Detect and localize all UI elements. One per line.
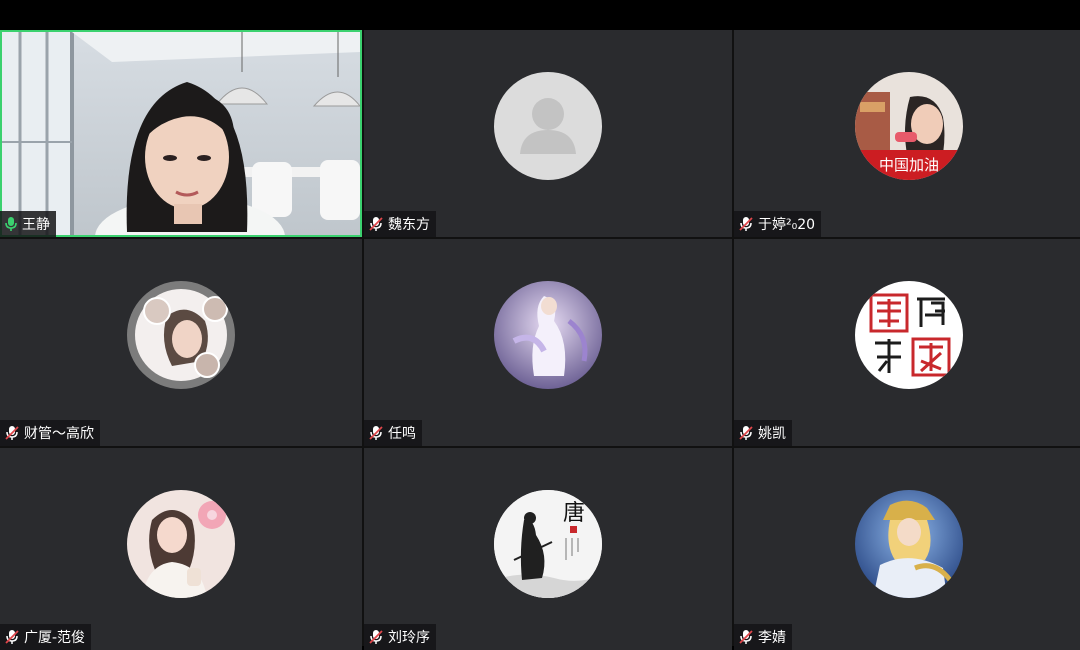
participant-tile-3[interactable]: 中国加油 于婷²₀20 — [734, 30, 1080, 237]
mic-muted-icon — [368, 216, 384, 232]
seal-avatar — [855, 281, 963, 389]
participant-tile-1[interactable]: 王静 — [0, 30, 362, 237]
participant-avatar — [855, 490, 963, 598]
participant-nametag: 姚凯 — [734, 420, 792, 446]
participant-nametag: 于婷²₀20 — [734, 211, 822, 237]
participant-nametag: 财管～高欣 — [0, 420, 100, 446]
participant-name: 李婧 — [758, 630, 786, 646]
mic-muted-icon — [738, 216, 754, 232]
mic-muted-icon — [738, 425, 754, 441]
avatar-text: 中国加油 — [879, 156, 939, 174]
participant-name: 广厦-范俊 — [24, 630, 86, 646]
participant-name: 姚凯 — [758, 426, 786, 442]
participant-tile-4[interactable]: 财管～高欣 — [0, 239, 362, 446]
participant-nametag: 李婧 — [734, 624, 792, 650]
avatar-text: 唐 — [563, 501, 585, 526]
participant-tile-5[interactable]: 任鸣 — [364, 239, 732, 446]
participant-tile-7[interactable]: 广厦-范俊 — [0, 448, 362, 650]
mic-muted-icon — [4, 425, 20, 441]
participant-name: 任鸣 — [388, 426, 416, 442]
participant-nametag: 王静 — [0, 211, 56, 237]
participant-nametag: 刘玲序 — [364, 624, 436, 650]
participant-name: 财管～高欣 — [24, 426, 94, 442]
mic-on-icon — [4, 216, 18, 232]
participant-nametag: 任鸣 — [364, 420, 422, 446]
participant-avatar: 中国加油 — [855, 72, 963, 180]
default-avatar-icon — [494, 72, 602, 180]
participant-video — [2, 32, 360, 235]
participant-tile-8[interactable]: 唐 刘玲序 — [364, 448, 732, 650]
mic-muted-icon — [4, 629, 20, 645]
participant-avatar — [494, 281, 602, 389]
participant-name: 于婷²₀20 — [758, 217, 816, 233]
participant-avatar — [127, 281, 235, 389]
participant-grid: 王静 魏东方 中国加油 于婷²₀20 财管～高欣 任鸣 姚凯 广厦-范俊 唐 刘… — [0, 30, 1080, 650]
participant-tile-6[interactable]: 姚凯 — [734, 239, 1080, 446]
mic-muted-icon — [738, 629, 754, 645]
mic-muted-icon — [368, 629, 384, 645]
participant-avatar — [127, 490, 235, 598]
participant-name: 魏东方 — [388, 217, 430, 233]
participant-name: 刘玲序 — [388, 630, 430, 646]
participant-tile-2[interactable]: 魏东方 — [364, 30, 732, 237]
top-bar — [0, 0, 1080, 30]
participant-nametag: 广厦-范俊 — [0, 624, 92, 650]
mic-muted-icon — [368, 425, 384, 441]
participant-avatar: 唐 — [494, 490, 602, 598]
participant-nametag: 魏东方 — [364, 211, 436, 237]
participant-name: 王静 — [22, 217, 50, 233]
participant-tile-9[interactable]: 李婧 — [734, 448, 1080, 650]
